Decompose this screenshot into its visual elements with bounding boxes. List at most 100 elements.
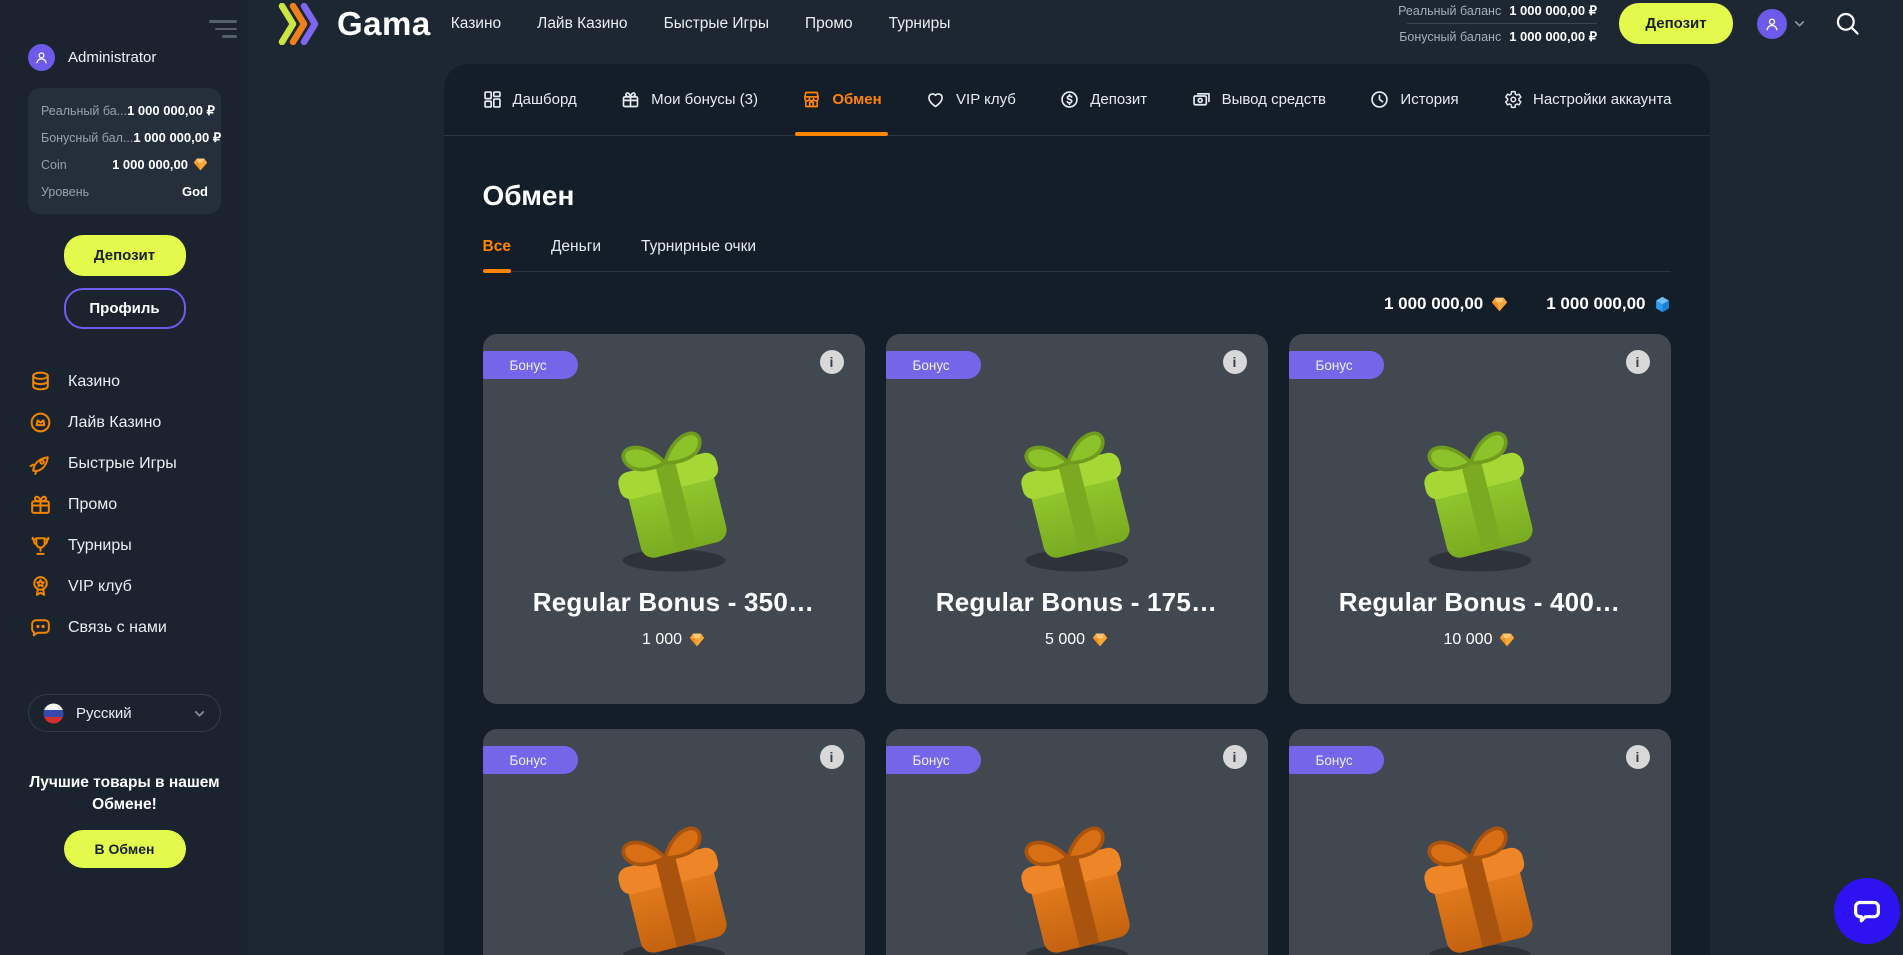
main-area: Gama Казино Лайв Казино Быстрые Игры Про… (250, 0, 1903, 955)
tab-exchange[interactable]: Обмен (801, 64, 881, 135)
exchange-filters: Все Деньги Турнирные очки (483, 238, 1671, 272)
sidebar-item-vip[interactable]: VIP клуб (28, 566, 221, 607)
bonus-price: 10 000 (1444, 631, 1516, 649)
info-icon[interactable]: i (1626, 350, 1650, 374)
tab-dashboard[interactable]: Дашборд (482, 64, 577, 135)
stat-level: Уровень God (41, 178, 208, 205)
header-bonus-balance: Бонусный баланс 1 000 000,00 ₽ (1398, 26, 1597, 47)
search-icon (1834, 10, 1861, 37)
user-avatar (28, 44, 55, 71)
ru-flag-icon (43, 703, 64, 724)
bonus-price: 1 000 (642, 631, 705, 649)
sidebar-item-live-casino[interactable]: Лайв Казино (28, 402, 221, 443)
dashboard-icon (482, 89, 503, 110)
wallet-points: 1 000 000,00 (1546, 294, 1670, 314)
sidebar-item-contact[interactable]: Связь с нами (28, 607, 221, 648)
balance-summary: Реальный ба... 1 000 000,00 ₽ Бонусный б… (28, 88, 221, 214)
stat-coin: Coin 1 000 000,00 (41, 151, 208, 178)
gem-orange-icon (689, 632, 705, 648)
gem-orange-icon (1491, 296, 1508, 313)
tab-withdraw[interactable]: Вывод средств (1191, 64, 1326, 135)
filter-tournament-points[interactable]: Турнирные очки (641, 238, 756, 271)
bonus-card[interactable]: Бонус i (1289, 729, 1671, 955)
bonus-card[interactable]: Бонус i (483, 729, 865, 955)
tab-my-bonuses[interactable]: Мои бонусы (3) (620, 64, 758, 135)
header-avatar (1757, 9, 1787, 39)
tab-vip-club[interactable]: VIP клуб (925, 64, 1016, 135)
top-nav-casino[interactable]: Казино (451, 15, 501, 33)
info-icon[interactable]: i (1223, 350, 1247, 374)
gift-icon (620, 89, 641, 110)
brand-name: Gama (337, 5, 431, 43)
tab-history[interactable]: История (1369, 64, 1458, 135)
wallet-coins: 1 000 000,00 (1384, 294, 1508, 314)
deposit-coin-icon (1059, 89, 1080, 110)
top-nav-tournaments[interactable]: Турниры (889, 15, 951, 33)
bonus-card[interactable]: Бонус i (886, 729, 1268, 955)
menu-hamburger-icon[interactable] (207, 15, 237, 43)
gem-orange-icon (1092, 632, 1108, 648)
sidebar-user[interactable]: Administrator (28, 44, 221, 71)
account-menu[interactable] (1757, 9, 1806, 39)
chat-bubble-icon (1850, 894, 1884, 928)
bonus-card[interactable]: Бонус i Regular Bonus - 350… 1 000 (483, 334, 865, 704)
top-nav-promo[interactable]: Промо (805, 15, 853, 33)
info-icon[interactable]: i (1223, 745, 1247, 769)
info-icon[interactable]: i (1626, 745, 1650, 769)
search-button[interactable] (1834, 10, 1861, 37)
language-label: Русский (76, 705, 181, 722)
bonus-card[interactable]: Бонус i Regular Bonus - 400… 10 000 (1289, 334, 1671, 704)
header-balances: Реальный баланс 1 000 000,00 ₽ Бонусный … (1398, 0, 1597, 47)
settings-icon (1502, 89, 1523, 110)
top-nav: Казино Лайв Казино Быстрые Игры Промо Ту… (451, 15, 951, 33)
sidebar-nav: Казино Лайв Казино Быстрые Игры Промо Ту… (28, 361, 221, 648)
filter-all[interactable]: Все (483, 238, 511, 271)
header-deposit-button[interactable]: Депозит (1619, 3, 1733, 44)
chevron-down-icon (1793, 17, 1806, 30)
gem-orange-icon (1499, 632, 1515, 648)
top-nav-live-casino[interactable]: Лайв Казино (537, 15, 627, 33)
stat-bonus-balance: Бонусный бал... 1 000 000,00 ₽ (41, 124, 208, 151)
promo-icon (28, 492, 53, 517)
tab-account-settings[interactable]: Настройки аккаунта (1502, 64, 1672, 135)
filter-money[interactable]: Деньги (551, 238, 601, 271)
page-title: Обмен (483, 180, 1671, 212)
heart-icon (925, 89, 946, 110)
sidebar-item-promo[interactable]: Промо (28, 484, 221, 525)
chevron-down-icon (193, 707, 206, 720)
bonus-badge: Бонус (1289, 351, 1384, 379)
top-header: Gama Казино Лайв Казино Быстрые Игры Про… (250, 0, 1903, 47)
green-gift-image (579, 412, 769, 577)
info-icon[interactable]: i (820, 350, 844, 374)
bonus-badge: Бонус (886, 351, 981, 379)
brand-chevrons-icon (278, 3, 330, 45)
bonus-title: Regular Bonus - 400… (1339, 587, 1620, 618)
bonus-title: Regular Bonus - 350… (533, 587, 814, 618)
sidebar-profile-button[interactable]: Профиль (64, 288, 186, 329)
green-gift-image (982, 412, 1172, 577)
language-selector[interactable]: Русский (28, 694, 221, 732)
brand-logo[interactable]: Gama (278, 3, 431, 45)
sidebar-deposit-button[interactable]: Депозит (64, 235, 186, 276)
content-wrapper: Дашборд Мои бонусы (3) Обмен (250, 47, 1903, 955)
stat-real-balance: Реальный ба... 1 000 000,00 ₽ (41, 97, 208, 124)
bonus-card[interactable]: Бонус i Regular Bonus - 175… 5 000 (886, 334, 1268, 704)
bonus-badge: Бонус (483, 746, 578, 774)
live-chat-button[interactable] (1834, 878, 1900, 944)
vip-icon (28, 574, 53, 599)
tournaments-icon (28, 533, 53, 558)
orange-gift-image (1385, 807, 1575, 955)
bonus-badge: Бонус (886, 746, 981, 774)
info-icon[interactable]: i (820, 745, 844, 769)
tab-deposit[interactable]: Депозит (1059, 64, 1147, 135)
sidebar-item-quick-games[interactable]: Быстрые Игры (28, 443, 221, 484)
shop-icon (801, 89, 822, 110)
orange-gift-image (579, 807, 769, 955)
gem-orange-icon (193, 157, 208, 172)
sidebar-item-casino[interactable]: Казино (28, 361, 221, 402)
top-nav-quick-games[interactable]: Быстрые Игры (664, 15, 769, 33)
sidebar-item-tournaments[interactable]: Турниры (28, 525, 221, 566)
live-casino-icon (28, 410, 53, 435)
go-to-exchange-button[interactable]: В Обмен (64, 830, 186, 868)
bonus-price: 5 000 (1045, 631, 1108, 649)
